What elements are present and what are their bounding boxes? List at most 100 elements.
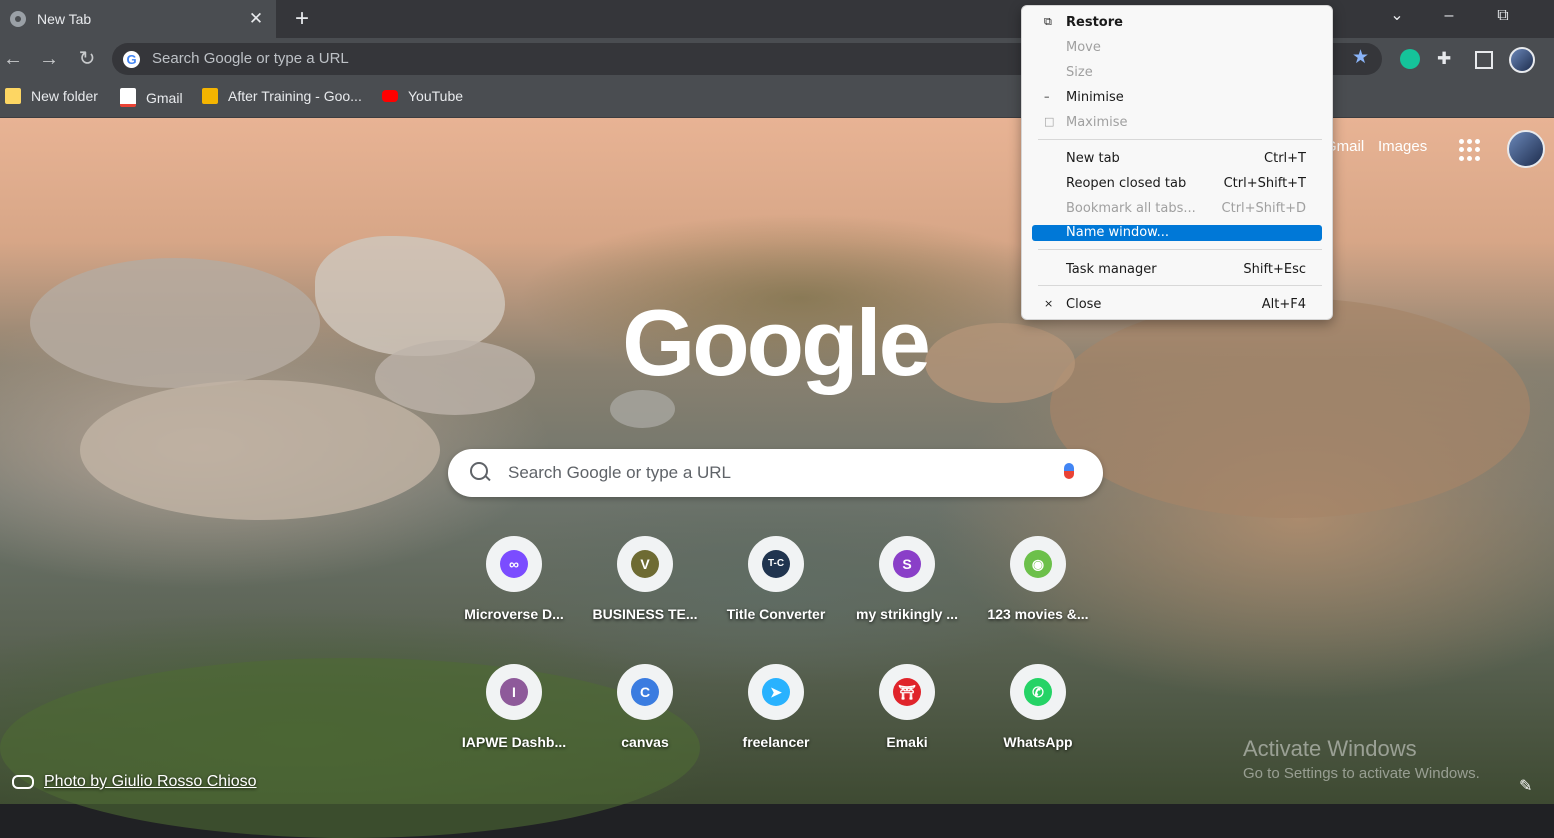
forward-button[interactable]: → xyxy=(36,46,62,72)
menu-item-new-tab[interactable]: New tab Ctrl+T xyxy=(1032,148,1322,170)
customize-pencil-icon[interactable]: ✎ xyxy=(1519,776,1532,796)
shortcut-microverse[interactable]: ∞ Microverse D... xyxy=(454,536,574,622)
google-apps-icon[interactable] xyxy=(1459,139,1481,161)
activate-title: Activate Windows xyxy=(1243,736,1417,761)
bookmark-label: YouTube xyxy=(408,88,464,104)
shortcut-icon: I xyxy=(486,664,542,720)
shortcut-strikingly[interactable]: S my strikingly ... xyxy=(847,536,967,622)
window-system-menu: ⧉ Restore Move Size – Minimise □ Maximis… xyxy=(1021,5,1333,320)
bookmark-label: After Training - Goo... xyxy=(228,88,362,104)
side-panel-icon[interactable] xyxy=(1475,51,1493,69)
folder-icon xyxy=(5,88,21,104)
menu-item-minimise[interactable]: – Minimise xyxy=(1032,87,1322,109)
shortcut-label: BUSINESS TE... xyxy=(592,606,698,622)
menu-label: Bookmark all tabs... xyxy=(1066,201,1196,216)
menu-item-move[interactable]: Move xyxy=(1032,37,1322,59)
shortcut-label: 123 movies &... xyxy=(987,606,1089,622)
google-g-icon: G xyxy=(123,51,140,68)
bookmark-youtube[interactable]: YouTube xyxy=(382,88,463,104)
tab-new-tab[interactable]: New Tab ✕ xyxy=(0,0,276,38)
extensions-puzzle-icon[interactable]: ✚ xyxy=(1437,49,1457,69)
google-logo: Google xyxy=(622,290,931,395)
background-rock xyxy=(30,258,320,388)
shortcut-icon: S xyxy=(879,536,935,592)
link-icon xyxy=(12,775,34,789)
restore-button[interactable]: ⧉ xyxy=(1480,0,1526,32)
back-button[interactable]: ← xyxy=(0,46,26,72)
google-account-avatar[interactable] xyxy=(1507,130,1545,168)
profile-avatar[interactable] xyxy=(1509,47,1535,73)
background-rock xyxy=(375,340,535,415)
microphone-icon[interactable] xyxy=(1064,463,1074,479)
shortcut-label: IAPWE Dashb... xyxy=(461,734,567,750)
shortcut-canvas[interactable]: C canvas xyxy=(585,664,705,750)
menu-separator xyxy=(1038,249,1322,250)
minimise-icon: – xyxy=(1044,90,1050,103)
bookmark-gmail[interactable]: Gmail xyxy=(120,88,183,107)
bookmark-label: Gmail xyxy=(146,89,183,106)
shortcut-business[interactable]: V BUSINESS TE... xyxy=(585,536,705,622)
tab-search-icon[interactable]: ⌄ xyxy=(1374,0,1420,32)
menu-shortcut: Ctrl+Shift+T xyxy=(1223,176,1306,191)
freelancer-bird-icon: ➤ xyxy=(762,678,790,706)
menu-item-maximise[interactable]: □ Maximise xyxy=(1032,112,1322,134)
shortcut-label: Microverse D... xyxy=(464,606,564,622)
youtube-icon xyxy=(382,90,398,102)
menu-item-reopen-closed-tab[interactable]: Reopen closed tab Ctrl+Shift+T xyxy=(1032,173,1322,195)
shortcut-freelancer[interactable]: ➤ freelancer xyxy=(716,664,836,750)
shortcut-label: WhatsApp xyxy=(1003,734,1073,750)
business-icon: V xyxy=(631,550,659,578)
bookmark-label: New folder xyxy=(31,88,98,104)
menu-item-bookmark-all-tabs[interactable]: Bookmark all tabs... Ctrl+Shift+D xyxy=(1032,198,1322,220)
tab-close-icon[interactable]: ✕ xyxy=(244,9,268,29)
shortcut-iapwe[interactable]: I IAPWE Dashb... xyxy=(454,664,574,750)
shortcut-whatsapp[interactable]: ✆ WhatsApp xyxy=(978,664,1098,750)
close-icon: × xyxy=(1044,297,1054,310)
bookmark-star-icon[interactable]: ★ xyxy=(1352,46,1369,69)
menu-label: Close xyxy=(1066,297,1102,312)
reload-button[interactable]: ↻ xyxy=(74,46,100,72)
menu-item-task-manager[interactable]: Task manager Shift+Esc xyxy=(1032,259,1322,281)
shortcut-icon: ∞ xyxy=(486,536,542,592)
menu-label: Size xyxy=(1066,65,1093,80)
activate-windows-watermark: Activate Windows Go to Settings to activ… xyxy=(1243,736,1480,782)
menu-item-close[interactable]: × Close Alt+F4 xyxy=(1032,294,1322,316)
bookmark-after-training[interactable]: After Training - Goo... xyxy=(202,88,362,104)
ntp-search-box[interactable]: Search Google or type a URL xyxy=(448,449,1103,497)
whatsapp-icon: ✆ xyxy=(1024,678,1052,706)
new-tab-button[interactable]: + xyxy=(288,5,316,33)
grammarly-icon[interactable] xyxy=(1400,49,1420,69)
menu-item-size[interactable]: Size xyxy=(1032,62,1322,84)
background-rock xyxy=(315,236,505,356)
menu-label: New tab xyxy=(1066,151,1120,166)
menu-item-restore[interactable]: ⧉ Restore xyxy=(1032,12,1322,34)
shortcut-emaki[interactable]: ⛩ Emaki xyxy=(847,664,967,750)
photo-credit-link[interactable]: Photo by Giulio Rosso Chioso xyxy=(12,773,257,791)
background-rock xyxy=(925,323,1075,403)
menu-item-name-window[interactable]: Name window... xyxy=(1032,225,1322,241)
menu-shortcut: Ctrl+T xyxy=(1264,151,1306,166)
torii-gate-icon: ⛩ xyxy=(893,678,921,706)
bookmark-new-folder[interactable]: New folder xyxy=(5,88,98,104)
shortcut-123movies[interactable]: ◉ 123 movies &... xyxy=(978,536,1098,622)
gmail-icon xyxy=(120,88,136,107)
film-reel-icon: ◉ xyxy=(1024,550,1052,578)
shortcut-title-converter[interactable]: T-C Title Converter xyxy=(716,536,836,622)
menu-label: Move xyxy=(1066,40,1101,55)
canvas-icon: C xyxy=(631,678,659,706)
shortcut-label: Title Converter xyxy=(726,606,826,622)
shortcut-icon: T-C xyxy=(748,536,804,592)
menu-shortcut: Shift+Esc xyxy=(1243,262,1306,277)
menu-label: Reopen closed tab xyxy=(1066,176,1187,191)
search-placeholder: Search Google or type a URL xyxy=(508,463,732,482)
minimize-button[interactable]: – xyxy=(1426,0,1472,32)
background-rock xyxy=(1050,298,1530,518)
menu-label: Maximise xyxy=(1066,115,1128,130)
shortcut-label: freelancer xyxy=(742,734,810,750)
menu-shortcut: Alt+F4 xyxy=(1261,297,1306,312)
shortcut-icon: V xyxy=(617,536,673,592)
menu-separator xyxy=(1038,139,1322,140)
images-link[interactable]: Images xyxy=(1378,138,1427,155)
shortcut-label: my strikingly ... xyxy=(856,606,958,622)
menu-separator xyxy=(1038,285,1322,286)
